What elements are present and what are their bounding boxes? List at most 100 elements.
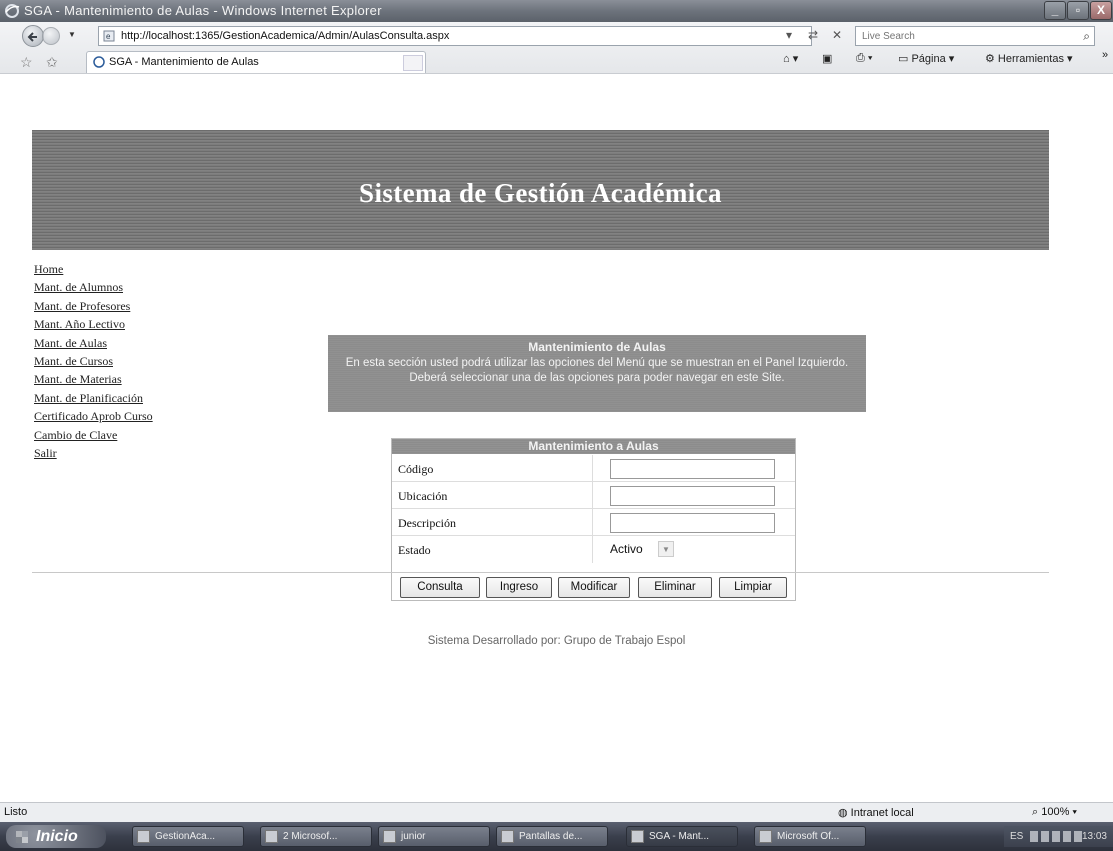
page-menu-icon: ▭ [898, 53, 912, 65]
minimize-button[interactable]: _ [1044, 1, 1066, 20]
address-bar[interactable]: e http://localhost:1365/GestionAcademica… [98, 26, 812, 46]
menu-item-planificacion[interactable]: Mant. de Planificación [34, 391, 153, 409]
codigo-row: Código [392, 455, 795, 482]
menu-item-cursos[interactable]: Mant. de Cursos [34, 354, 153, 372]
ingreso-button[interactable]: Ingreso [486, 577, 552, 598]
tools-menu-icon: ⚙ [985, 53, 998, 65]
eliminar-button[interactable]: Eliminar [638, 577, 712, 598]
footer-divider [32, 572, 1049, 573]
search-input[interactable] [856, 27, 1056, 45]
taskbar-item-sga[interactable]: SGA - Mant... [626, 826, 738, 847]
start-button[interactable]: Inicio [6, 825, 106, 848]
window-title-bar[interactable]: SGA - Mantenimiento de Aulas - Windows I… [0, 0, 1113, 22]
footer-text: Sistema Desarrollado por: Grupo de Traba… [427, 635, 686, 647]
menu-item-certificado[interactable]: Certificado Aprob Curso [34, 409, 153, 427]
menu-item-cambio-clave[interactable]: Cambio de Clave [34, 428, 153, 446]
zoom-control[interactable]: ⌕ 100% ▾ [1032, 806, 1077, 819]
estado-label: Estado [398, 543, 431, 557]
left-menu: Home Mant. de Alumnos Mant. de Profesore… [34, 262, 153, 464]
limpiar-button[interactable]: Limpiar [719, 577, 787, 598]
header-banner: Sistema de Gestión Académica [32, 130, 1049, 250]
taskbar-item-pantallas[interactable]: Pantallas de... [496, 826, 608, 847]
tray-icons[interactable] [1030, 831, 1082, 842]
info-panel-title: Mantenimiento de Aulas [528, 340, 666, 354]
tools-menu[interactable]: ⚙ Herramientas ▾ [985, 52, 1073, 65]
search-box[interactable]: ⌕ [855, 26, 1095, 46]
close-button[interactable]: X [1090, 1, 1112, 20]
menu-item-salir[interactable]: Salir [34, 446, 153, 464]
stop-icon[interactable]: ✕ [832, 28, 842, 42]
taskbar-item-label: GestionAca... [155, 831, 216, 842]
descripcion-label: Descripción [398, 516, 456, 530]
folder-icon [383, 830, 396, 843]
favorites-star-icon[interactable]: ☆ [20, 54, 33, 71]
search-icon[interactable]: ⌕ [1083, 29, 1090, 44]
svg-text:e: e [106, 32, 111, 41]
word-icon [265, 830, 278, 843]
tab-title: SGA - Mantenimiento de Aulas [109, 56, 259, 68]
menu-item-aulas[interactable]: Mant. de Aulas [34, 336, 153, 354]
consulta-button[interactable]: Consulta [400, 577, 480, 598]
form-title: Mantenimiento a Aulas [392, 439, 795, 454]
info-panel: Mantenimiento de Aulas En esta sección u… [328, 335, 866, 412]
menu-item-home[interactable]: Home [34, 262, 153, 280]
zoom-level: 100% [1041, 806, 1070, 818]
home-icon[interactable]: ⌂ ▾ [783, 52, 798, 65]
office-icon [759, 830, 772, 843]
refresh-icon[interactable]: ⇄ [808, 28, 818, 42]
taskbar-item-junior[interactable]: junior [378, 826, 490, 847]
print-icon[interactable]: ⎙ ▾ [856, 52, 872, 65]
feeds-icon[interactable]: ▣ [822, 52, 832, 65]
url-text[interactable]: http://localhost:1365/GestionAcademica/A… [121, 30, 449, 42]
menu-item-profesores[interactable]: Mant. de Profesores [34, 299, 153, 317]
windows-logo-icon [16, 831, 28, 843]
modificar-button[interactable]: Modificar [558, 577, 630, 598]
zoom-icon: ⌕ [1032, 806, 1042, 818]
estado-select[interactable]: Activo ▼ [610, 541, 680, 558]
clock[interactable]: 13:03 [1082, 826, 1107, 847]
security-zone[interactable]: ◍ Intranet local [838, 806, 914, 819]
ubicacion-input[interactable] [610, 486, 775, 506]
add-favorites-icon[interactable]: ✩ [46, 54, 58, 71]
taskbar-item-word[interactable]: 2 Microsof... [260, 826, 372, 847]
forward-button[interactable] [42, 27, 60, 45]
column-divider [592, 482, 593, 509]
app-icon [137, 830, 150, 843]
chevron-down-icon[interactable]: ▼ [658, 541, 674, 557]
info-panel-text: En esta sección usted podrá utilizar las… [345, 357, 849, 384]
codigo-input[interactable] [610, 459, 775, 479]
menu-item-materias[interactable]: Mant. de Materias [34, 372, 153, 390]
menu-item-alumnos[interactable]: Mant. de Alumnos [34, 280, 153, 298]
start-label: Inicio [36, 828, 78, 845]
page-menu-label: Página [911, 53, 946, 65]
page-icon: e [103, 30, 115, 42]
estado-row: Estado Activo ▼ [392, 536, 795, 566]
status-bar: Listo ◍ Intranet local ⌕ 100% ▾ [0, 802, 1113, 822]
folder-icon [501, 830, 514, 843]
maximize-button[interactable]: ▫ [1067, 1, 1089, 20]
page-content: Sistema de Gestión Académica Home Mant. … [0, 74, 1113, 802]
language-indicator[interactable]: ES [1010, 826, 1023, 847]
address-dropdown-icon[interactable]: ▾ [786, 28, 792, 42]
taskbar-item-label: Pantallas de... [519, 831, 583, 842]
globe-icon: ◍ [838, 807, 851, 819]
security-zone-label: Intranet local [850, 807, 914, 819]
taskbar-item-label: junior [401, 831, 426, 842]
estado-value: Activo [610, 542, 643, 556]
browser-tab[interactable]: SGA - Mantenimiento de Aulas [86, 51, 426, 73]
aulas-form: Mantenimiento a Aulas Código Ubicación D… [391, 438, 796, 601]
status-text: Listo [4, 806, 28, 818]
descripcion-input[interactable] [610, 513, 775, 533]
new-tab-button[interactable] [403, 55, 423, 71]
taskbar-item-office[interactable]: Microsoft Of... [754, 826, 866, 847]
column-divider [592, 509, 593, 536]
taskbar-item-gestionaca[interactable]: GestionAca... [132, 826, 244, 847]
internet-explorer-icon [5, 4, 20, 18]
back-button[interactable] [22, 25, 44, 47]
page-menu[interactable]: ▭ Página ▾ [898, 52, 954, 65]
more-commands-button[interactable]: » [1102, 49, 1108, 61]
recent-pages-dropdown-icon[interactable]: ▼ [68, 30, 76, 39]
ubicacion-row: Ubicación [392, 482, 795, 509]
menu-item-ano-lectivo[interactable]: Mant. Año Lectivo [34, 317, 153, 335]
descripcion-row: Descripción [392, 509, 795, 536]
